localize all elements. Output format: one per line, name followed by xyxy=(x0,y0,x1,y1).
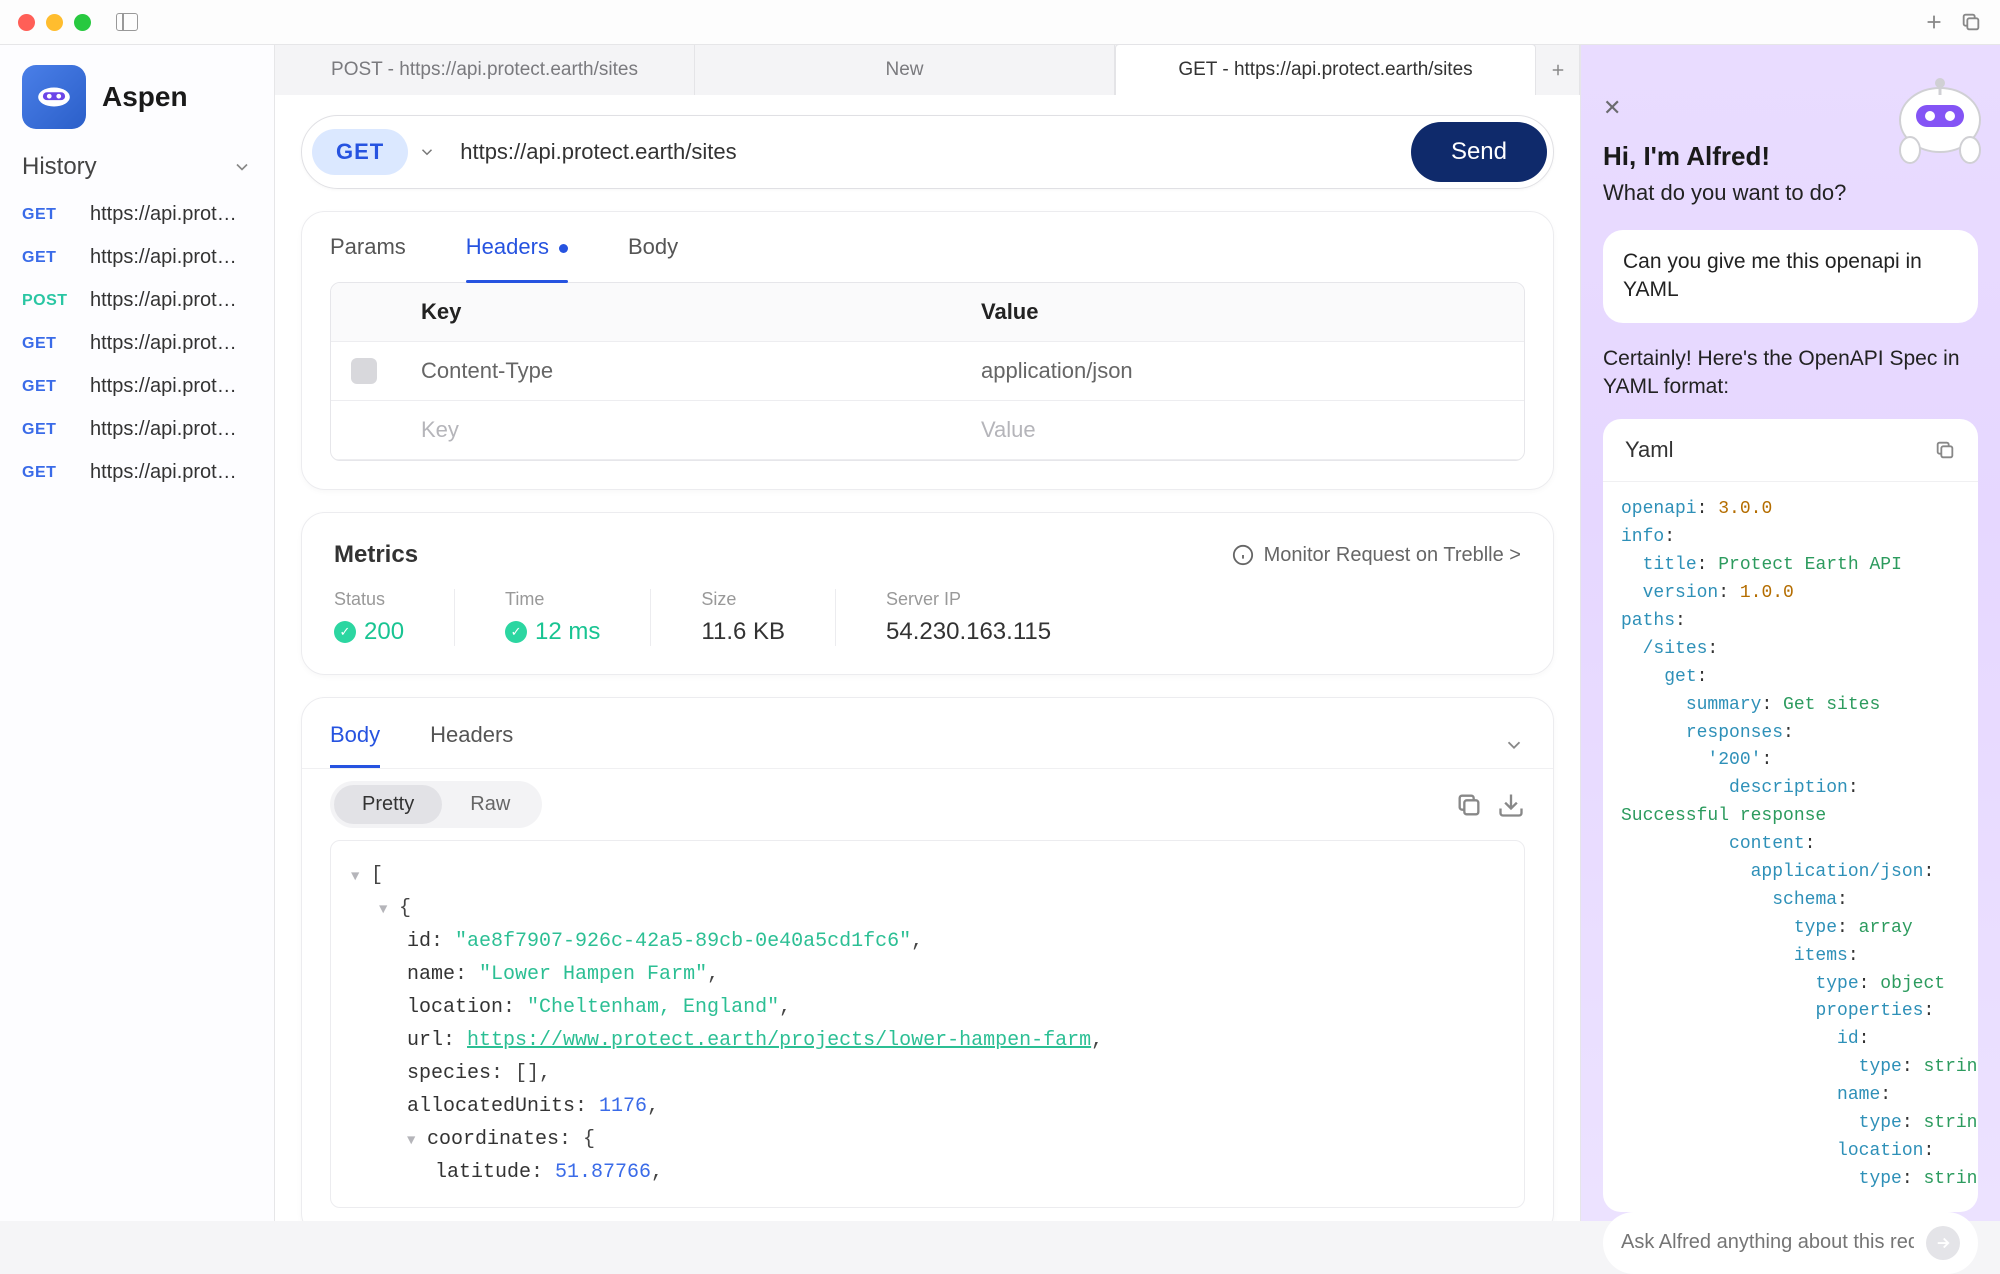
metric-status: Status ✓200 xyxy=(334,589,455,646)
main-pane: POST - https://api.protect.earth/sites N… xyxy=(275,45,1580,1221)
response-tab-body[interactable]: Body xyxy=(330,722,380,768)
monitor-link[interactable]: Monitor Request on Treblle > xyxy=(1232,544,1521,567)
history-url: https://api.prot… xyxy=(90,289,252,312)
url-input[interactable] xyxy=(460,139,1395,165)
yaml-card: Yaml openapi: 3.0.0 info: title: Protect… xyxy=(1603,419,1978,1211)
history-url: https://api.prot… xyxy=(90,332,252,355)
info-icon xyxy=(1232,544,1254,566)
history-method: GET xyxy=(22,206,70,224)
app-logo xyxy=(22,65,86,129)
check-icon: ✓ xyxy=(334,621,356,643)
metric-ip: Server IP 54.230.163.115 xyxy=(886,589,1101,646)
header-key-placeholder[interactable]: Key xyxy=(401,401,961,460)
method-badge: GET xyxy=(312,129,408,175)
headers-indicator-dot xyxy=(559,244,568,253)
col-value: Value xyxy=(961,283,1524,342)
history-method: POST xyxy=(22,292,70,310)
metric-time: Time ✓12 ms xyxy=(505,589,651,646)
header-enabled-checkbox[interactable] xyxy=(351,358,377,384)
add-tab-button[interactable] xyxy=(1536,45,1580,95)
history-url: https://api.prot… xyxy=(90,246,252,269)
history-item[interactable]: POST https://api.prot… xyxy=(0,279,274,322)
history-method: GET xyxy=(22,421,70,439)
request-config-card: Params Headers Body Key Value xyxy=(301,211,1554,490)
yaml-code[interactable]: openapi: 3.0.0 info: title: Protect Eart… xyxy=(1603,482,1978,1211)
request-tab-active[interactable]: GET - https://api.protect.earth/sites xyxy=(1115,44,1536,95)
copy-icon[interactable] xyxy=(1455,791,1483,819)
response-json[interactable]: ▼[ ▼{ id: "ae8f7907-926c-42a5-89cb-0e40a… xyxy=(330,840,1525,1208)
minimize-window[interactable] xyxy=(46,14,63,31)
view-pretty[interactable]: Pretty xyxy=(334,785,442,824)
history-method: GET xyxy=(22,335,70,353)
ai-reply: Certainly! Here's the OpenAPI Spec in YA… xyxy=(1581,339,2000,420)
tab-headers[interactable]: Headers xyxy=(466,234,568,282)
history-url: https://api.prot… xyxy=(90,418,252,441)
ai-panel: ✕ Hi, I'm Alfred! What do you want to do… xyxy=(1580,45,2000,1221)
history-method: GET xyxy=(22,464,70,482)
metrics-card: Metrics Monitor Request on Treblle > Sta… xyxy=(301,512,1554,675)
header-value[interactable]: application/json xyxy=(961,342,1524,401)
close-window[interactable] xyxy=(18,14,35,31)
yaml-title: Yaml xyxy=(1625,437,1674,463)
check-icon: ✓ xyxy=(505,621,527,643)
chevron-down-icon xyxy=(418,143,436,161)
copy-icon[interactable] xyxy=(1934,439,1956,461)
send-button[interactable]: Send xyxy=(1411,122,1547,182)
brand: Aspen xyxy=(0,45,274,147)
header-row: Content-Type application/json xyxy=(331,342,1524,401)
view-raw[interactable]: Raw xyxy=(442,785,538,824)
request-url-row: GET Send xyxy=(301,115,1554,189)
history-header[interactable]: History xyxy=(0,147,274,193)
chevron-down-icon[interactable] xyxy=(1503,247,1525,269)
history-item[interactable]: GET https://api.prot… xyxy=(0,322,274,365)
history-item[interactable]: GET https://api.prot… xyxy=(0,193,274,236)
response-tab-headers[interactable]: Headers xyxy=(430,722,513,768)
history-item[interactable]: GET https://api.prot… xyxy=(0,451,274,494)
history-item[interactable]: GET https://api.prot… xyxy=(0,365,274,408)
tab-params[interactable]: Params xyxy=(330,234,406,282)
user-message: Can you give me this openapi in YAML xyxy=(1603,230,1978,323)
header-row-empty: Key Value xyxy=(331,401,1524,460)
header-value-placeholder[interactable]: Value xyxy=(961,401,1524,460)
app-name: Aspen xyxy=(102,81,188,113)
toggle-sidebar-icon[interactable] xyxy=(116,13,138,31)
ai-input[interactable] xyxy=(1621,1231,1914,1254)
chevron-down-icon xyxy=(232,157,252,177)
history-item[interactable]: GET https://api.prot… xyxy=(0,236,274,279)
history-url: https://api.prot… xyxy=(90,461,252,484)
new-tab-icon[interactable] xyxy=(1923,11,1945,33)
titlebar xyxy=(0,0,2000,45)
bot-avatar xyxy=(1890,65,1990,165)
maximize-window[interactable] xyxy=(74,14,91,31)
close-icon[interactable]: ✕ xyxy=(1603,95,1621,121)
traffic-lights xyxy=(18,14,91,31)
ai-greeting-sub: What do you want to do? xyxy=(1581,176,2000,230)
tab-bar: POST - https://api.protect.earth/sites N… xyxy=(275,45,1580,95)
request-tab[interactable]: POST - https://api.protect.earth/sites xyxy=(275,45,695,95)
response-card: Body Headers Pretty Raw ▼[ ▼{ id: "ae8 xyxy=(301,697,1554,1221)
tab-body[interactable]: Body xyxy=(628,234,678,282)
history-url: https://api.prot… xyxy=(90,375,252,398)
history-item[interactable]: GET https://api.prot… xyxy=(0,408,274,451)
chevron-down-icon[interactable] xyxy=(1503,734,1525,756)
history-url: https://api.prot… xyxy=(90,203,252,226)
method-selector[interactable]: GET xyxy=(312,129,444,175)
col-key: Key xyxy=(401,283,961,342)
metrics-title: Metrics xyxy=(334,541,418,569)
history-label: History xyxy=(22,153,97,181)
send-icon[interactable] xyxy=(1926,1226,1960,1260)
sidebar: Aspen History GET https://api.prot… GET htt… xyxy=(0,45,275,1221)
headers-table: Key Value Content-Type application/json xyxy=(330,282,1525,461)
request-tabs: Params Headers Body xyxy=(302,212,1553,282)
download-icon[interactable] xyxy=(1497,791,1525,819)
header-key[interactable]: Content-Type xyxy=(401,342,961,401)
view-mode-segment: Pretty Raw xyxy=(330,781,542,828)
history-method: GET xyxy=(22,249,70,267)
duplicate-window-icon[interactable] xyxy=(1960,11,1982,33)
history-method: GET xyxy=(22,378,70,396)
metric-size: Size 11.6 KB xyxy=(701,589,836,646)
request-tab[interactable]: New xyxy=(695,45,1115,95)
